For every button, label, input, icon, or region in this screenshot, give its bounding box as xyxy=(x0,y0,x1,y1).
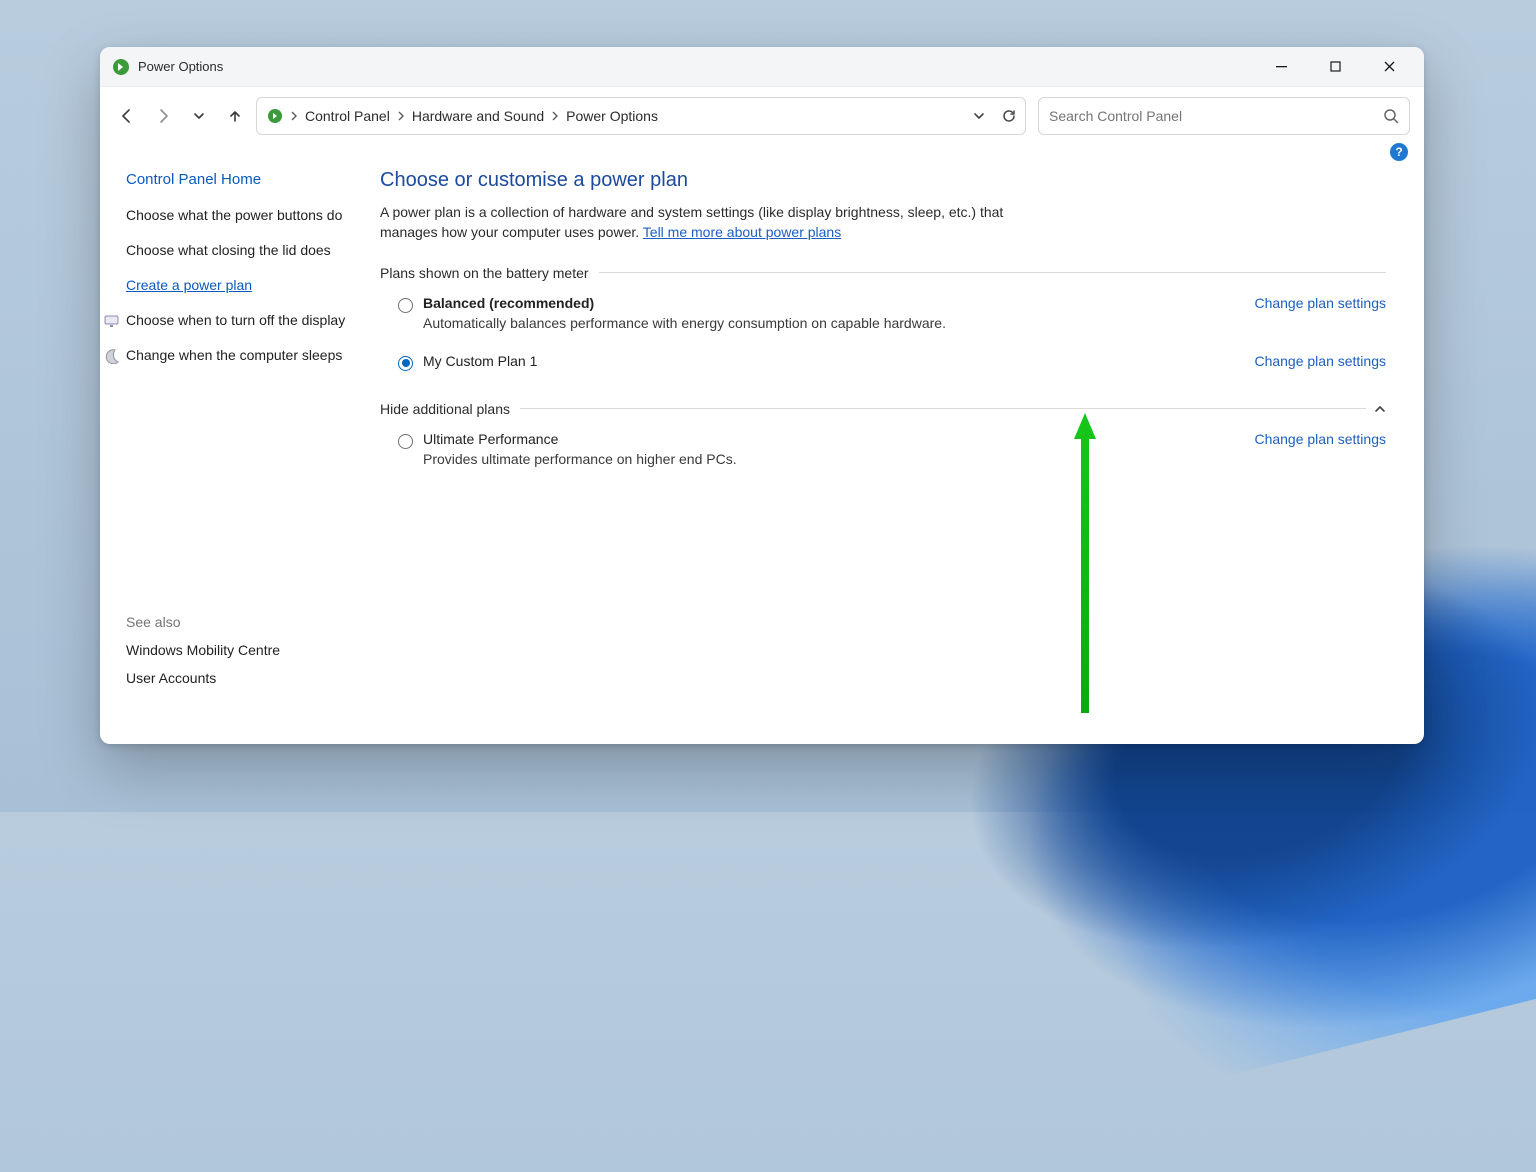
back-button[interactable] xyxy=(118,107,136,125)
recent-locations-button[interactable] xyxy=(190,107,208,125)
plan-title[interactable]: Balanced (recommended) xyxy=(423,295,1254,311)
plans-shown-header: Plans shown on the battery meter xyxy=(380,265,1386,281)
control-panel-home-link[interactable]: Control Panel Home xyxy=(126,171,362,188)
chevron-right-icon xyxy=(396,111,406,121)
left-nav: Control Panel Home Choose what the power… xyxy=(122,147,372,728)
search-box[interactable] xyxy=(1038,97,1410,135)
change-plan-settings-balanced[interactable]: Change plan settings xyxy=(1254,295,1386,311)
help-icon[interactable]: ? xyxy=(1390,143,1408,161)
hide-additional-plans-header[interactable]: Hide additional plans xyxy=(380,401,1386,417)
section-label: Plans shown on the battery meter xyxy=(380,265,589,281)
plan-radio-my-custom-1[interactable] xyxy=(398,356,413,371)
plan-subtitle: Provides ultimate performance on higher … xyxy=(423,451,1254,467)
nav-computer-sleeps[interactable]: Change when the computer sleeps xyxy=(126,346,362,365)
section-label: Hide additional plans xyxy=(380,401,510,417)
chevron-right-icon xyxy=(289,111,299,121)
close-button[interactable] xyxy=(1362,47,1416,87)
minimize-button[interactable] xyxy=(1254,47,1308,87)
breadcrumb-power-options[interactable]: Power Options xyxy=(566,108,658,124)
chevron-up-icon xyxy=(1374,403,1386,415)
page-heading: Choose or customise a power plan xyxy=(380,169,1386,192)
plan-ultimate-performance: Ultimate Performance Provides ultimate p… xyxy=(380,431,1386,467)
power-options-icon xyxy=(112,58,130,76)
nav-item-label: Choose when to turn off the display xyxy=(126,312,345,328)
nav-turn-off-display[interactable]: Choose when to turn off the display xyxy=(126,311,362,330)
search-icon xyxy=(1383,108,1399,124)
chevron-right-icon xyxy=(550,111,560,121)
window-title: Power Options xyxy=(138,59,223,74)
plan-radio-ultimate[interactable] xyxy=(398,434,413,449)
plan-balanced: Balanced (recommended) Automatically bal… xyxy=(380,295,1386,331)
nav-arrows xyxy=(118,107,244,125)
plan-my-custom-1: My Custom Plan 1 Change plan settings xyxy=(380,353,1386,371)
plan-title[interactable]: Ultimate Performance xyxy=(423,431,1254,447)
nav-item-label: Change when the computer sleeps xyxy=(126,347,342,363)
address-dropdown-icon[interactable] xyxy=(973,110,985,122)
plan-radio-balanced[interactable] xyxy=(398,298,413,313)
nav-create-power-plan[interactable]: Create a power plan xyxy=(126,276,362,295)
see-also-user-accounts[interactable]: User Accounts xyxy=(126,670,362,686)
up-button[interactable] xyxy=(226,107,244,125)
nav-closing-lid[interactable]: Choose what closing the lid does xyxy=(126,241,362,260)
page-description: A power plan is a collection of hardware… xyxy=(380,202,1020,243)
plan-subtitle: Automatically balances performance with … xyxy=(423,315,1254,331)
address-bar[interactable]: Control Panel Hardware and Sound Power O… xyxy=(256,97,1026,135)
see-also-heading: See also xyxy=(126,614,362,630)
titlebar: Power Options xyxy=(100,47,1424,87)
breadcrumb-control-panel[interactable]: Control Panel xyxy=(305,108,390,124)
learn-more-link[interactable]: Tell me more about power plans xyxy=(643,224,841,240)
forward-button[interactable] xyxy=(154,107,172,125)
plan-title[interactable]: My Custom Plan 1 xyxy=(423,353,1254,369)
power-options-icon xyxy=(267,108,283,124)
change-plan-settings-ultimate[interactable]: Change plan settings xyxy=(1254,431,1386,447)
search-input[interactable] xyxy=(1049,108,1383,124)
maximize-button[interactable] xyxy=(1308,47,1362,87)
toolbar: Control Panel Hardware and Sound Power O… xyxy=(100,87,1424,147)
window-controls xyxy=(1254,47,1416,87)
refresh-button[interactable] xyxy=(1001,108,1017,124)
change-plan-settings-my-custom-1[interactable]: Change plan settings xyxy=(1254,353,1386,369)
control-panel-window: Power Options xyxy=(100,47,1424,744)
nav-power-buttons[interactable]: Choose what the power buttons do xyxy=(126,206,362,225)
see-also-mobility-centre[interactable]: Windows Mobility Centre xyxy=(126,642,362,658)
display-icon xyxy=(104,313,120,329)
moon-icon xyxy=(104,348,120,364)
main-content: Choose or customise a power plan A power… xyxy=(372,147,1402,728)
breadcrumb-hardware-and-sound[interactable]: Hardware and Sound xyxy=(412,108,544,124)
